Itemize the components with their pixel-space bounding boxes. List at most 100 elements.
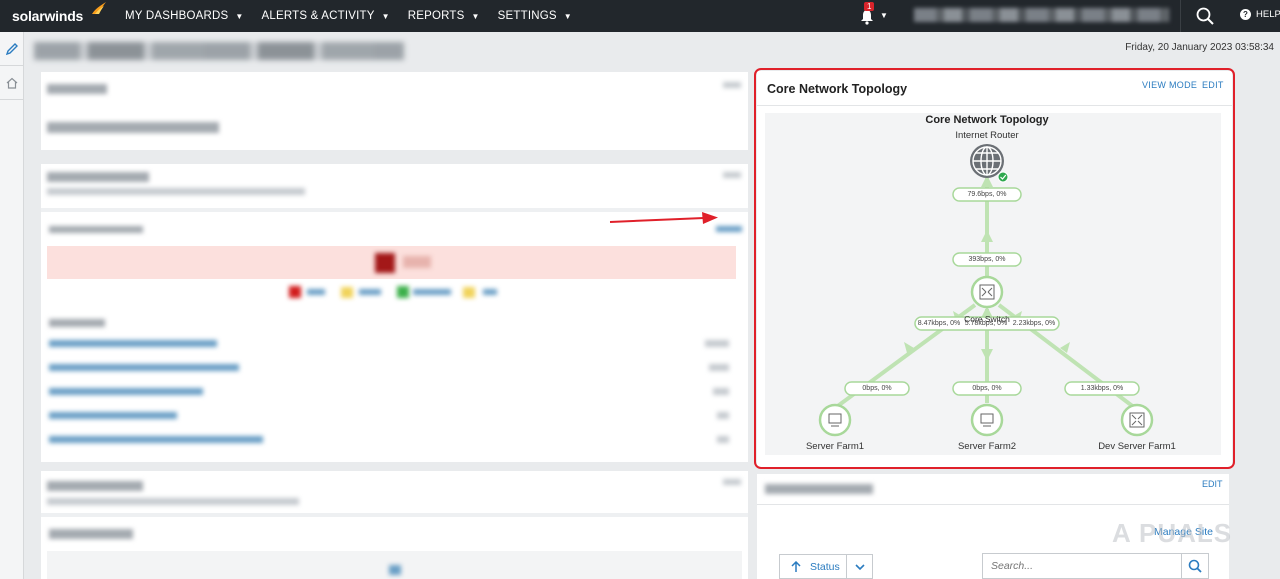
redacted-text [47, 188, 305, 195]
redacted-text [49, 226, 143, 233]
edit-link[interactable]: EDIT [1202, 80, 1224, 90]
nav-alerts-activity[interactable]: ALERTS & ACTIVITY ▼ [261, 10, 389, 22]
status-sort-label: Status [810, 560, 840, 573]
help-label: HELP [1256, 9, 1280, 20]
redacted-text [723, 82, 741, 88]
chevron-down-icon: ▼ [235, 11, 244, 21]
link-label: 393bps, 0% [968, 256, 1006, 263]
notification-count-badge: 1 [864, 2, 875, 11]
redacted-text [403, 256, 431, 268]
page-title-redacted [34, 42, 404, 60]
current-datetime: Friday, 20 January 2023 03:58:34 [1125, 42, 1274, 53]
redacted-text [717, 412, 729, 419]
bell-icon [861, 10, 873, 25]
link-label: 5.78kbps, 0% [964, 320, 1008, 327]
link-label: 0bps, 0% [972, 385, 1002, 392]
redacted-text [723, 172, 741, 178]
edit-link[interactable]: EDIT [1202, 479, 1223, 489]
chevron-down-icon [854, 563, 865, 570]
redacted-icon [397, 286, 409, 298]
divider [41, 513, 748, 517]
redacted-icon [375, 253, 395, 273]
nav-label: ALERTS & ACTIVITY [261, 10, 375, 22]
chevron-down-icon: ▼ [880, 11, 888, 20]
link-label: 0bps, 0% [862, 385, 892, 392]
link-label: 1.33kbps, 0% [1080, 385, 1124, 392]
redacted-text [47, 122, 219, 133]
map-title: Core Network Topology [925, 114, 1049, 126]
question-icon: ? [1240, 9, 1251, 20]
server-farm1-label: Server Farm1 [805, 441, 865, 452]
redacted-link[interactable] [49, 412, 177, 419]
nav-label: MY DASHBOARDS [125, 10, 229, 22]
arrow-up-icon [791, 560, 801, 572]
router-label: Internet Router [955, 130, 1019, 141]
redacted-text [723, 479, 741, 485]
notifications-button[interactable]: 1 ▼ [860, 2, 890, 27]
search-icon [1188, 559, 1202, 573]
top-nav: solarwinds MY DASHBOARDS ▼ ALERTS & ACTIV… [0, 0, 1280, 32]
home-button[interactable] [0, 66, 24, 100]
redacted-panel-3 [41, 471, 748, 579]
nav-my-dashboards[interactable]: MY DASHBOARDS ▼ [125, 10, 243, 22]
alert-banner-redacted [47, 246, 736, 279]
chevron-down-icon: ▼ [471, 11, 480, 21]
redacted-link[interactable] [49, 388, 203, 395]
edit-dashboard-button[interactable] [0, 32, 24, 66]
watermark: A PUALS [1112, 518, 1233, 548]
dev-server-farm1-label: Dev Server Farm1 [1098, 441, 1176, 452]
redacted-link[interactable] [49, 436, 263, 443]
chevron-down-icon: ▼ [563, 11, 572, 21]
redacted-text [483, 289, 497, 295]
redacted-link[interactable] [49, 340, 217, 347]
pencil-icon [5, 42, 18, 55]
divider [757, 504, 1229, 505]
nav-label: REPORTS [407, 10, 465, 22]
nav-reports[interactable]: REPORTS ▼ [408, 10, 480, 22]
topology-header: Core Network Topology VIEW MODE EDIT [757, 71, 1232, 106]
redacted-text [307, 289, 325, 295]
topology-widget: Core Network Topology VIEW MODE EDIT Cor… [757, 71, 1232, 467]
flame-icon [92, 2, 106, 14]
redacted-title [765, 484, 873, 494]
redacted-table [47, 551, 742, 579]
chevron-down-icon: ▼ [381, 11, 390, 21]
redacted-text [705, 340, 729, 347]
redacted-text [47, 84, 107, 94]
redacted-icon [341, 287, 353, 298]
sort-dropdown-button[interactable] [847, 554, 873, 579]
redacted-text [47, 481, 143, 491]
topology-title: Core Network Topology [767, 82, 908, 96]
logo-text: solarwinds [12, 8, 84, 24]
redacted-text [47, 172, 149, 182]
redacted-text [713, 388, 729, 395]
view-mode-link[interactable]: VIEW MODE [1142, 80, 1197, 90]
redacted-icon [463, 287, 475, 298]
global-search-button[interactable] [1180, 0, 1228, 32]
annotation-arrow-icon [609, 212, 718, 224]
redacted-text [717, 436, 729, 443]
link-label: 2.23kbps, 0% [1012, 320, 1056, 327]
server-farm2-label: Server Farm2 [957, 441, 1017, 452]
redacted-text [359, 289, 381, 295]
topology-map[interactable]: Core Network Topology Internet Router 79… [765, 113, 1221, 455]
help-link[interactable]: ? HELP [1240, 9, 1280, 20]
link-label: 79.6bps, 0% [967, 191, 1007, 198]
nav-label: SETTINGS [497, 10, 557, 22]
redacted-text [413, 289, 451, 295]
user-info-redacted[interactable] [914, 8, 1169, 22]
site-search-button[interactable] [1181, 553, 1209, 579]
search-icon [1196, 7, 1214, 25]
redacted-text [49, 319, 105, 327]
left-rail [0, 32, 24, 579]
logo[interactable]: solarwinds [12, 2, 107, 24]
nav-settings[interactable]: SETTINGS ▼ [498, 10, 572, 22]
status-sort-button[interactable]: Status [779, 554, 847, 579]
redacted-link[interactable] [49, 364, 239, 371]
redacted-text [49, 529, 133, 539]
redacted-text [47, 498, 299, 505]
topology-labels: Core Network Topology Internet Router 79… [765, 113, 1221, 455]
home-icon [6, 77, 18, 89]
redacted-text [709, 364, 729, 371]
site-search-input[interactable] [982, 553, 1182, 579]
